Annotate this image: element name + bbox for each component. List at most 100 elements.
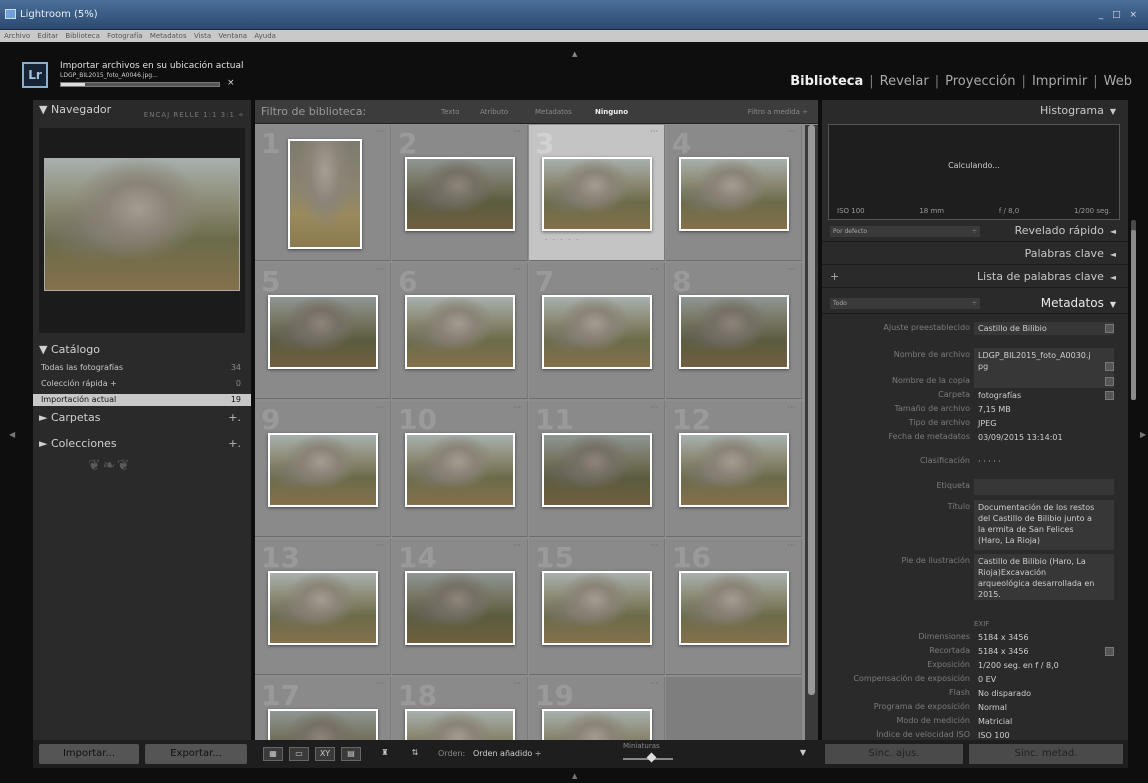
- photo-thumbnail[interactable]: [542, 295, 652, 369]
- photo-thumbnail[interactable]: [679, 433, 789, 507]
- sync-metadata-button[interactable]: Sinc. metad.: [969, 744, 1123, 764]
- add-keyword-icon[interactable]: +: [830, 266, 839, 288]
- photo-thumbnail[interactable]: [405, 571, 515, 645]
- survey-view-icon[interactable]: ▤: [341, 747, 361, 761]
- rotate-right-icon[interactable]: ↷: [789, 247, 797, 257]
- toolbar-menu-icon[interactable]: ▼: [793, 747, 813, 761]
- module-web[interactable]: Web: [1104, 74, 1132, 89]
- catalog-row-current-import[interactable]: Importación actual 19: [33, 394, 251, 406]
- grid-cell[interactable]: 3 ··· · · · · ·: [529, 125, 665, 261]
- cancel-import-button[interactable]: ×: [227, 78, 235, 88]
- filter-tab-ninguno[interactable]: Ninguno: [595, 108, 628, 116]
- export-button[interactable]: Exportar...: [145, 744, 247, 764]
- spray-can-icon[interactable]: ♜: [375, 747, 395, 761]
- cell-options-icon[interactable]: ···: [376, 265, 384, 274]
- grid-cell[interactable]: 13 ···: [255, 539, 391, 675]
- rotate-left-icon[interactable]: ↶: [670, 247, 678, 257]
- metadata-action-icon[interactable]: [1105, 362, 1114, 371]
- grid-cell[interactable]: 17 ···: [255, 677, 391, 740]
- metadata-preset-dropdown-icon[interactable]: [1105, 324, 1114, 333]
- grid-cell[interactable]: 12 ···: [666, 401, 802, 537]
- photo-thumbnail[interactable]: [268, 709, 378, 740]
- quick-develop-preset[interactable]: Por defecto ÷: [830, 226, 980, 237]
- module-biblioteca[interactable]: Biblioteca: [790, 74, 863, 89]
- quick-develop-header[interactable]: Por defecto ÷ Revelado rápido ◄: [822, 220, 1128, 242]
- bottom-panel-toggle-icon[interactable]: ▲: [572, 772, 577, 780]
- menu-archivo[interactable]: Archivo: [4, 32, 30, 40]
- menu-fotografia[interactable]: Fotografía: [107, 32, 142, 40]
- filter-tab-atributo[interactable]: Atributo: [480, 108, 508, 116]
- keyword-list-header[interactable]: + Lista de palabras clave ◄: [822, 266, 1128, 288]
- grid-cell[interactable]: 8 ···: [666, 263, 802, 399]
- left-panel-toggle-icon[interactable]: ◀: [9, 430, 15, 439]
- photo-thumbnail[interactable]: [679, 571, 789, 645]
- photo-thumbnail[interactable]: [542, 571, 652, 645]
- filter-tab-texto[interactable]: Texto: [441, 108, 459, 116]
- metadata-view-dropdown[interactable]: Todo ÷: [830, 298, 980, 309]
- right-panel-toggle-icon[interactable]: ▶: [1140, 430, 1146, 439]
- menu-vista[interactable]: Vista: [194, 32, 211, 40]
- cell-options-icon[interactable]: ···: [787, 127, 795, 136]
- window-controls[interactable]: _ □ ×: [1099, 10, 1140, 20]
- metadata-action-icon[interactable]: [1105, 377, 1114, 386]
- grid-cell[interactable]: 1 ···: [255, 125, 391, 261]
- grid-cell[interactable]: 15 ···: [529, 539, 665, 675]
- cell-options-icon[interactable]: ···: [650, 403, 658, 412]
- cell-options-icon[interactable]: ···: [787, 541, 795, 550]
- grid-cell[interactable]: 7 ···: [529, 263, 665, 399]
- loupe-view-icon[interactable]: ▭: [289, 747, 309, 761]
- photo-thumbnail[interactable]: [405, 709, 515, 740]
- photo-thumbnail[interactable]: [679, 295, 789, 369]
- crop-goto-icon[interactable]: [1105, 647, 1114, 656]
- grid-cell[interactable]: 9 ···: [255, 401, 391, 537]
- cell-options-icon[interactable]: ···: [650, 265, 658, 274]
- catalog-row-all[interactable]: Todas las fotografías 34: [33, 362, 251, 374]
- grid-cell[interactable]: 16 ···: [666, 539, 802, 675]
- photo-thumbnail[interactable]: [679, 157, 789, 231]
- navigator-preview[interactable]: [39, 128, 245, 333]
- grid-scrollbar-thumb[interactable]: [808, 125, 815, 695]
- menu-editar[interactable]: Editar: [37, 32, 58, 40]
- menu-ayuda[interactable]: Ayuda: [254, 32, 276, 40]
- grid-cell[interactable]: 4 ··· ↶ ↷: [666, 125, 802, 261]
- photo-thumbnail[interactable]: [542, 157, 652, 231]
- photo-thumbnail[interactable]: [268, 571, 378, 645]
- grid-cell[interactable]: 6 ···: [392, 263, 528, 399]
- photo-thumbnail[interactable]: [405, 157, 515, 231]
- module-imprimir[interactable]: Imprimir: [1032, 74, 1087, 89]
- add-collection-icon[interactable]: +.: [228, 434, 241, 454]
- cell-options-icon[interactable]: ···: [513, 679, 521, 688]
- grid-cell[interactable]: 14 ···: [392, 539, 528, 675]
- cell-options-icon[interactable]: ···: [376, 403, 384, 412]
- metadata-field-box[interactable]: [974, 479, 1114, 495]
- metadata-field-box[interactable]: [974, 374, 1114, 388]
- catalog-header[interactable]: ▼ Catálogo: [33, 340, 251, 360]
- filter-preset-dropdown[interactable]: Filtro a medida ÷: [748, 108, 808, 116]
- cell-options-icon[interactable]: ···: [787, 265, 795, 274]
- grid-cell[interactable]: 5 ···: [255, 263, 391, 399]
- photo-thumbnail[interactable]: [542, 433, 652, 507]
- menu-metadatos[interactable]: Metadatos: [150, 32, 187, 40]
- sort-direction-icon[interactable]: ⇅: [405, 747, 425, 761]
- add-folder-icon[interactable]: +.: [228, 408, 241, 428]
- grid-view-icon[interactable]: ▦: [263, 747, 283, 761]
- cell-options-icon[interactable]: ···: [513, 265, 521, 274]
- module-revelar[interactable]: Revelar: [880, 74, 929, 89]
- cell-options-icon[interactable]: ···: [513, 403, 521, 412]
- grid-cell[interactable]: 2 ···: [392, 125, 528, 261]
- menu-ventana[interactable]: Ventana: [218, 32, 247, 40]
- module-proyeccion[interactable]: Proyección: [945, 74, 1015, 89]
- photo-thumbnail[interactable]: [268, 433, 378, 507]
- photo-thumbnail[interactable]: [542, 709, 652, 740]
- navigator-header[interactable]: ▼ Navegador ENCAJ RELLE 1:1 3:1 ÷: [33, 100, 251, 120]
- photo-thumbnail[interactable]: [288, 139, 362, 249]
- grid-cell[interactable]: 10 ···: [392, 401, 528, 537]
- cell-options-icon[interactable]: ···: [513, 127, 521, 136]
- cell-options-icon[interactable]: ···: [650, 679, 658, 688]
- catalog-row-quick[interactable]: Colección rápida + 0: [33, 378, 251, 390]
- grid-cell[interactable]: 11 ···: [529, 401, 665, 537]
- photo-thumbnail[interactable]: [405, 433, 515, 507]
- right-panel-scrollbar-thumb[interactable]: [1131, 230, 1136, 400]
- collections-header[interactable]: ► Colecciones +.: [33, 434, 251, 454]
- cell-options-icon[interactable]: ···: [376, 541, 384, 550]
